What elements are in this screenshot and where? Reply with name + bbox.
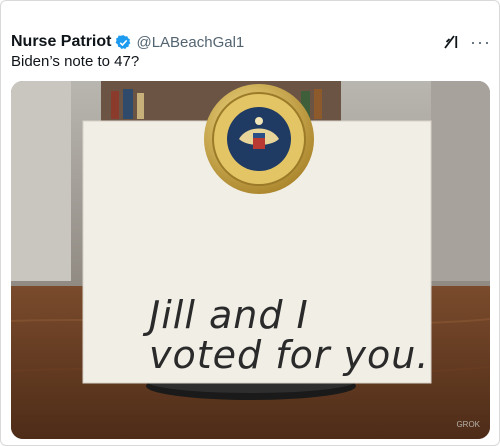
- presidential-seal-icon: [204, 84, 314, 194]
- more-icon[interactable]: ···: [470, 33, 491, 51]
- image-watermark: GROK: [456, 420, 480, 429]
- tweet-actions: ···: [442, 33, 491, 51]
- user-handle[interactable]: @LABeachGal1: [136, 34, 244, 51]
- tweet-text: Biden’s note to 47?: [11, 53, 140, 70]
- display-name[interactable]: Nurse Patriot: [11, 33, 111, 51]
- tweet-image[interactable]: Jill and I voted for you. GROK: [11, 81, 490, 439]
- grok-icon[interactable]: [442, 33, 460, 51]
- image-scene: [11, 81, 490, 439]
- note-line-2: voted for you.: [149, 333, 430, 377]
- verified-icon: [116, 34, 131, 49]
- tweet-header: Nurse Patriot @LABeachGal1: [11, 31, 244, 53]
- tweet-card[interactable]: Nurse Patriot @LABeachGal1 ··· Biden’s n…: [0, 0, 500, 446]
- note-line-1: Jill and I: [149, 293, 309, 337]
